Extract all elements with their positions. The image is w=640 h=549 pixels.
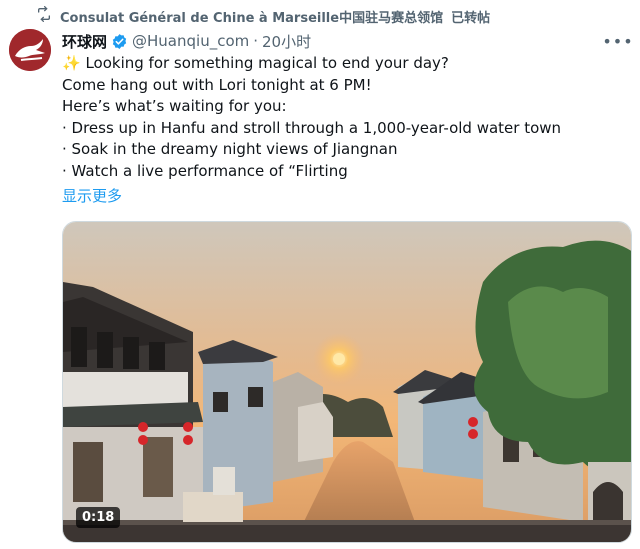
avatar[interactable] (9, 29, 51, 71)
tweet-text-line: · Dress up in Hanfu and stroll through a… (62, 118, 562, 137)
retweet-action-label: 已转帖 (451, 10, 491, 26)
tweet-text-line: ✨ Looking for something magical to end y… (62, 54, 449, 72)
tweet-text-line: · Soak in the dreamy night views of Jian… (62, 140, 398, 158)
video-player[interactable] (62, 221, 632, 543)
video-thumbnail (63, 222, 631, 542)
separator-dot: · (253, 32, 259, 50)
tweet-text-line: Here’s what’s waiting for you: (62, 97, 287, 115)
tweet-timestamp[interactable]: 20小时 (262, 31, 311, 52)
video-duration-badge: 0:18 (76, 507, 121, 528)
retweeter-name[interactable]: Consulat Général de Chine à Marseille中国驻… (60, 7, 443, 26)
more-options-icon[interactable]: ••• (602, 30, 632, 52)
tweet-text-line: Come hang out with Lori tonight at 6 PM! (62, 75, 372, 94)
verified-badge-icon (111, 33, 128, 50)
tweet-text-line: · Watch a live performance of “Flirting (62, 161, 348, 180)
display-name[interactable]: 环球网 (62, 31, 107, 52)
tweet-header: 环球网 @Huanqiu_com · 20小时 (62, 30, 311, 52)
show-more-link[interactable]: 显示更多 (62, 185, 122, 206)
tweet-text: ✨ Looking for something magical to end y… (62, 53, 632, 182)
user-handle[interactable]: @Huanqiu_com (132, 32, 249, 50)
retweet-icon (36, 6, 52, 26)
retweet-context[interactable]: Consulat Général de Chine à Marseille中国驻… (36, 6, 490, 26)
